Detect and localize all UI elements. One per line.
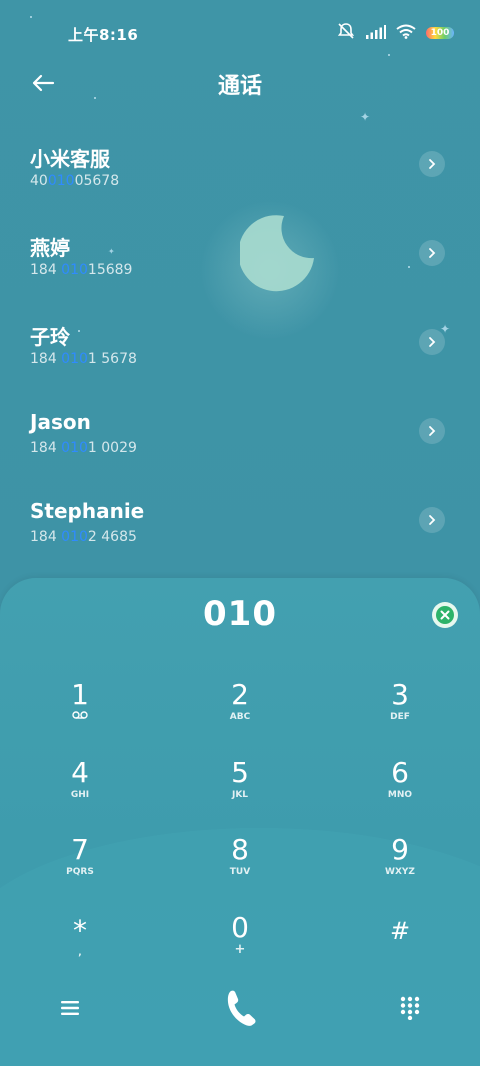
contact-detail-button[interactable]	[419, 329, 445, 355]
close-icon	[436, 606, 454, 624]
contact-detail-button[interactable]	[419, 240, 445, 266]
menu-icon	[61, 1001, 79, 1015]
menu-button[interactable]	[40, 982, 100, 1034]
key-2[interactable]: 2 ABC	[180, 680, 300, 750]
key-1[interactable]: 1	[20, 680, 140, 750]
dialed-number[interactable]: 010	[0, 594, 480, 634]
voicemail-icon	[20, 710, 140, 725]
call-button[interactable]	[210, 982, 270, 1034]
dialpad-icon	[400, 996, 420, 1020]
chevron-right-icon	[429, 248, 436, 258]
status-bar: 上午8:16 100	[0, 0, 480, 64]
key-0[interactable]: 0 +	[180, 913, 300, 983]
key-6[interactable]: 6 MNO	[340, 758, 460, 828]
key-3[interactable]: 3 DEF	[340, 680, 460, 750]
list-item[interactable]: 子玲 184 0101 5678	[0, 321, 480, 409]
key-7[interactable]: 7 PQRS	[20, 835, 140, 905]
wifi-icon	[396, 24, 416, 43]
contact-number: 184 0102 4685	[30, 529, 137, 545]
contact-number: 184 0101 0029	[30, 440, 137, 456]
contact-name: 小米客服	[30, 147, 110, 171]
key-4[interactable]: 4 GHI	[20, 758, 140, 828]
page-title: 通话	[217, 74, 262, 99]
list-item[interactable]: 燕婷 184 01015689	[0, 232, 480, 320]
status-icons: 100	[336, 22, 454, 44]
key-star[interactable]: *,	[20, 916, 140, 986]
contact-name: Jason	[30, 410, 91, 434]
list-item[interactable]: 小米客服 4001005678	[0, 143, 480, 231]
phone-icon	[227, 990, 256, 1026]
contact-name: 子玲	[30, 325, 70, 349]
key-5[interactable]: 5 JKL	[180, 758, 300, 828]
top-header: 通话	[0, 60, 480, 104]
bottom-bar	[0, 978, 480, 1038]
signal-icon	[366, 24, 386, 43]
dialpad-toggle-button[interactable]	[380, 982, 440, 1034]
battery-level: 100	[430, 28, 450, 38]
chevron-right-icon	[429, 337, 436, 347]
key-9[interactable]: 9 WXYZ	[340, 835, 460, 905]
battery-icon: 100	[426, 27, 454, 39]
contact-detail-button[interactable]	[419, 507, 445, 533]
clear-button[interactable]	[432, 602, 458, 628]
contact-name: 燕婷	[30, 236, 70, 260]
contact-number: 4001005678	[30, 173, 120, 189]
contact-number: 184 0101 5678	[30, 351, 137, 367]
list-item[interactable]: Stephanie 184 0102 4685	[0, 499, 480, 587]
chevron-right-icon	[429, 426, 436, 436]
chevron-right-icon	[429, 159, 436, 169]
key-hash[interactable]: #	[340, 916, 460, 986]
key-8[interactable]: 8 TUV	[180, 835, 300, 905]
mute-icon	[336, 22, 356, 44]
list-item[interactable]: Jason 184 0101 0029	[0, 410, 480, 498]
contact-name: Stephanie	[30, 499, 145, 523]
status-time: 上午8:16	[68, 26, 139, 44]
contact-detail-button[interactable]	[419, 418, 445, 444]
contact-detail-button[interactable]	[419, 151, 445, 177]
chevron-right-icon	[429, 515, 436, 525]
contact-number: 184 01015689	[30, 262, 133, 278]
